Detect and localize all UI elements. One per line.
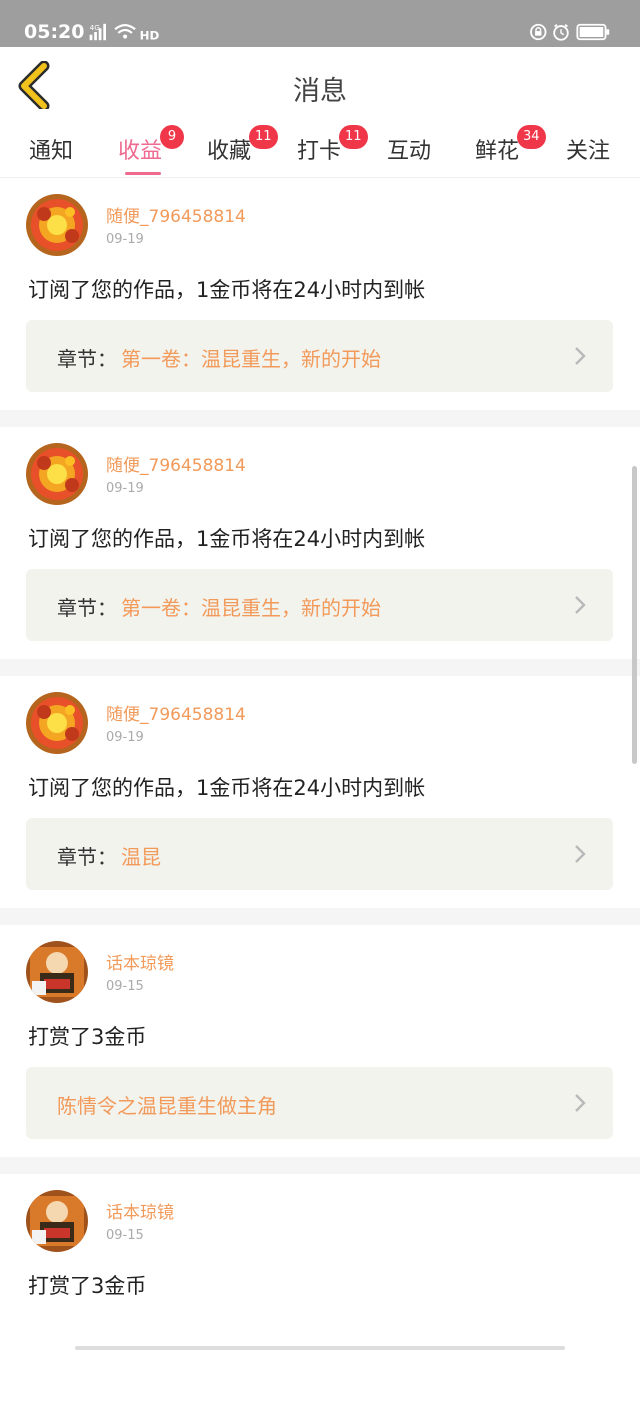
avatar[interactable] xyxy=(26,443,88,505)
avatar[interactable] xyxy=(26,194,88,256)
chapter-prefix: 章节： xyxy=(57,347,117,371)
tab-bar: 通知 收益 9 收藏 11 打卡 11 互动 鲜花 34 关注 xyxy=(0,125,640,178)
card-separator xyxy=(0,908,640,925)
flower-avatar-icon xyxy=(26,692,88,754)
message-text: 订阅了您的作品，1金币将在24小时内到帐 xyxy=(28,278,426,302)
book-avatar-icon xyxy=(26,1190,88,1252)
avatar[interactable] xyxy=(26,692,88,754)
message-date: 09-19 xyxy=(106,730,144,745)
message-card: 随便_796458814 09-19 订阅了您的作品，1金币将在24小时内到帐 … xyxy=(0,427,640,659)
user-name[interactable]: 话本琼镜 xyxy=(106,949,174,974)
chapter-title: 温昆 xyxy=(121,845,161,869)
message-card: 随便_796458814 09-19 订阅了您的作品，1金币将在24小时内到帐 … xyxy=(0,676,640,908)
tab-checkin[interactable]: 打卡 11 xyxy=(297,125,368,165)
message-date: 09-15 xyxy=(106,1228,144,1243)
user-name[interactable]: 话本琼镜 xyxy=(106,1198,174,1223)
active-tab-indicator xyxy=(125,172,161,175)
card-separator xyxy=(0,410,640,427)
user-name[interactable]: 随便_796458814 xyxy=(106,451,246,476)
avatar[interactable] xyxy=(26,1190,88,1252)
message-text: 订阅了您的作品，1金币将在24小时内到帐 xyxy=(28,527,426,551)
flower-avatar-icon xyxy=(26,443,88,505)
tab-label: 鲜花 xyxy=(475,139,520,164)
hd-label: HD xyxy=(140,28,160,42)
status-time: 05:20 xyxy=(24,21,85,43)
tab-interactions[interactable]: 互动 xyxy=(387,133,431,165)
tab-notifications[interactable]: 通知 xyxy=(29,133,73,165)
tab-favorites[interactable]: 收藏 11 xyxy=(207,125,278,165)
chevron-right-icon xyxy=(575,1094,586,1112)
tab-label: 收益 xyxy=(118,139,163,164)
chapter-title: 第一卷：温昆重生，新的开始 xyxy=(121,596,381,620)
page-title: 消息 xyxy=(293,76,347,107)
chapter-title: 第一卷：温昆重生，新的开始 xyxy=(121,347,381,371)
chapter-link[interactable]: 章节： 第一卷：温昆重生，新的开始 xyxy=(26,320,613,392)
tab-following[interactable]: 关注 xyxy=(566,133,610,165)
chevron-right-icon xyxy=(575,596,586,614)
message-card: 随便_796458814 09-19 订阅了您的作品，1金币将在24小时内到帐 … xyxy=(0,178,640,410)
home-indicator xyxy=(75,1346,565,1350)
user-name[interactable]: 随便_796458814 xyxy=(106,700,246,725)
signal-wifi-icons: 4G HD xyxy=(89,23,160,42)
tab-label: 打卡 xyxy=(297,139,342,164)
chapter-link[interactable]: 章节： 第一卷：温昆重生，新的开始 xyxy=(26,569,613,641)
tab-flowers[interactable]: 鲜花 34 xyxy=(475,125,546,165)
scrollbar[interactable] xyxy=(632,466,637,764)
badge-count: 34 xyxy=(517,125,546,149)
badge-count: 9 xyxy=(160,125,184,149)
message-date: 09-19 xyxy=(106,232,144,247)
message-card: 话本琼镜 09-15 打赏了3金币 陈情令之温昆重生做主角 xyxy=(0,925,640,1157)
tab-earnings[interactable]: 收益 9 xyxy=(118,125,184,175)
tab-label: 通知 xyxy=(29,139,74,164)
tab-label: 关注 xyxy=(566,139,611,164)
message-text: 打赏了3金币 xyxy=(28,1274,147,1298)
chapter-prefix: 章节： xyxy=(57,845,117,869)
badge-count: 11 xyxy=(339,125,368,149)
flower-avatar-icon xyxy=(26,194,88,256)
message-date: 09-19 xyxy=(106,481,144,496)
chevron-right-icon xyxy=(575,347,586,365)
book-link[interactable]: 陈情令之温昆重生做主角 xyxy=(26,1067,613,1139)
message-text: 打赏了3金币 xyxy=(28,1025,147,1049)
message-text: 订阅了您的作品，1金币将在24小时内到帐 xyxy=(28,776,426,800)
tab-label: 收藏 xyxy=(207,139,252,164)
badge-count: 11 xyxy=(249,125,278,149)
chevron-right-icon xyxy=(575,845,586,863)
tab-label: 互动 xyxy=(387,139,432,164)
card-separator xyxy=(0,659,640,676)
book-title: 陈情令之温昆重生做主角 xyxy=(57,1094,277,1118)
message-date: 09-15 xyxy=(106,979,144,994)
nav-bar: 消息 xyxy=(0,47,640,125)
user-name[interactable]: 随便_796458814 xyxy=(106,202,246,227)
message-card: 话本琼镜 09-15 打赏了3金币 xyxy=(0,1174,640,1406)
chapter-prefix: 章节： xyxy=(57,596,117,620)
network-type: 4G xyxy=(90,23,101,32)
card-separator xyxy=(0,1157,640,1174)
chapter-link[interactable]: 章节： 温昆 xyxy=(26,818,613,890)
status-right-icons xyxy=(530,23,610,41)
status-bar: 05:20 4G HD xyxy=(0,0,640,47)
avatar[interactable] xyxy=(26,941,88,1003)
book-avatar-icon xyxy=(26,941,88,1003)
